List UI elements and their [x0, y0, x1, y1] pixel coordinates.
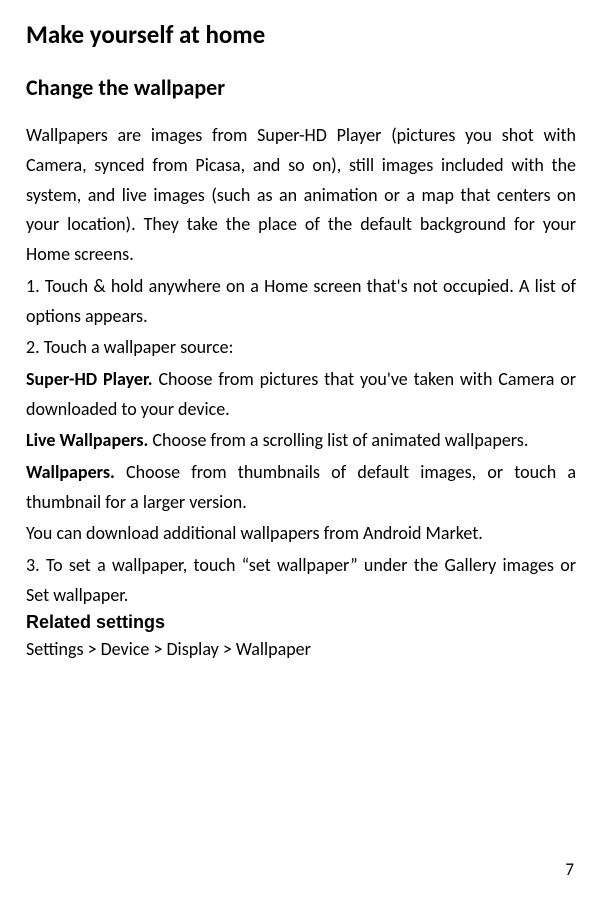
source-superhd: Super-HD Player. Choose from pictures th… — [26, 365, 576, 424]
source-wallpapers-label: Wallpapers. — [26, 461, 115, 483]
settings-path: Settings > Device > Display > Wallpaper — [26, 635, 576, 664]
section-heading: Change the wallpaper — [26, 75, 576, 101]
source-live-text: Choose from a scrolling list of animated… — [148, 429, 528, 451]
source-live-label: Live Wallpapers. — [26, 429, 148, 451]
step-3: 3. To set a wallpaper, touch “set wallpa… — [26, 551, 576, 610]
step-1: 1. Touch & hold anywhere on a Home scree… — [26, 272, 576, 331]
intro-paragraph: Wallpapers are images from Super-HD Play… — [26, 121, 576, 269]
page-number: 7 — [565, 859, 574, 880]
download-note: You can download additional wallpapers f… — [26, 519, 576, 549]
page-title: Make yourself at home — [26, 20, 576, 50]
source-superhd-label: Super-HD Player. — [26, 368, 153, 390]
step-2: 2. Touch a wallpaper source: — [26, 333, 576, 363]
source-live-wallpapers: Live Wallpapers. Choose from a scrolling… — [26, 426, 576, 456]
related-settings-heading: Related settings — [26, 612, 576, 633]
source-wallpapers: Wallpapers. Choose from thumbnails of de… — [26, 458, 576, 517]
